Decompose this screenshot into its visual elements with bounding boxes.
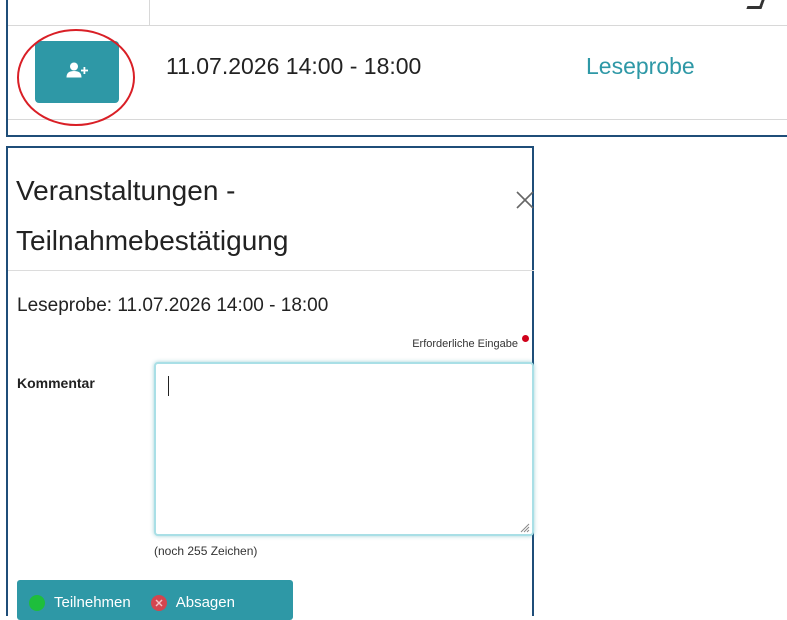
dialog-title-line2: Teilnahmebestätigung [16, 225, 289, 256]
decline-label: Absagen [175, 594, 235, 611]
divider [8, 270, 534, 271]
decline-button[interactable]: Absagen [150, 594, 235, 611]
accept-button[interactable]: Teilnehmen [29, 594, 131, 611]
comment-label: Kommentar [17, 375, 95, 391]
x-circle-icon [150, 594, 167, 611]
event-date-time: 11.07.2026 14:00 - 18:00 [166, 53, 422, 79]
action-bar: Teilnehmen Absagen [17, 580, 293, 620]
close-icon[interactable] [513, 188, 537, 212]
comment-textarea[interactable] [154, 362, 534, 536]
accept-label: Teilnehmen [54, 594, 131, 611]
event-type-link[interactable]: Leseprobe [586, 53, 695, 80]
dialog-title: Veranstaltungen - Teilnahmebestätigung [16, 166, 506, 266]
required-hint: Erforderliche Eingabe [412, 338, 518, 350]
resize-grip-icon[interactable] [518, 520, 530, 533]
check-circle-icon [29, 594, 45, 611]
table-header-cell [8, 0, 150, 26]
divider [150, 25, 787, 26]
required-indicator-icon [522, 335, 529, 342]
participation-dialog: Veranstaltungen - Teilnahmebestätigung L… [6, 146, 537, 620]
highlight-circle [17, 29, 135, 126]
remaining-chars: (noch 255 Zeichen) [154, 544, 258, 558]
divider [8, 119, 787, 120]
event-summary: Leseprobe: 11.07.2026 14:00 - 18:00 [17, 295, 329, 316]
text-caret [168, 376, 169, 396]
dialog-title-line1: Veranstaltungen - [16, 175, 236, 206]
